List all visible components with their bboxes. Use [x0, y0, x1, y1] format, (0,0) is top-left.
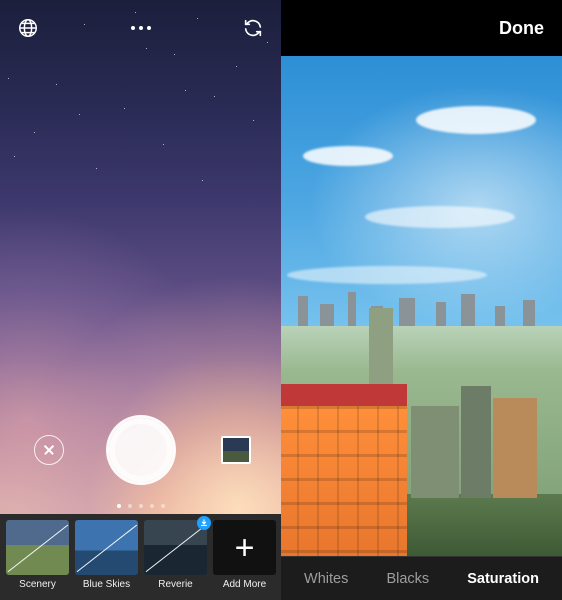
filter-thumbnail	[144, 520, 207, 575]
download-badge-icon	[197, 516, 211, 530]
gallery-thumbnail[interactable]	[221, 436, 251, 464]
building-roof	[281, 384, 407, 406]
filter-add-more[interactable]: + Add More	[213, 520, 276, 590]
filter-scenery[interactable]: Scenery	[6, 520, 69, 590]
filter-blue-skies[interactable]: Blue Skies	[75, 520, 138, 590]
building	[461, 386, 491, 498]
done-button[interactable]: Done	[499, 18, 544, 39]
building	[493, 398, 537, 498]
tab-saturation[interactable]: Saturation	[467, 571, 539, 587]
filter-label: Add More	[223, 579, 266, 590]
top-toolbar	[0, 0, 281, 56]
stars-overlay	[0, 0, 281, 600]
tab-blacks[interactable]: Blacks	[386, 571, 429, 587]
cancel-button[interactable]	[34, 435, 64, 465]
filter-label: Scenery	[19, 579, 56, 590]
camera-viewfinder	[0, 0, 281, 600]
capture-controls	[0, 410, 281, 490]
tab-whites[interactable]: Whites	[304, 571, 348, 587]
editor-screen: Done Whites Blacks	[281, 0, 562, 600]
filter-label: Reverie	[158, 579, 192, 590]
adjustment-tabs: Whites Blacks Saturation	[281, 556, 562, 600]
editor-image[interactable]	[281, 56, 562, 556]
page-indicator	[0, 504, 281, 508]
camera-screen: Scenery Blue Skies Reverie + Add More	[0, 0, 281, 600]
filter-thumbnail	[75, 520, 138, 575]
more-icon[interactable]	[131, 26, 151, 30]
filter-reverie[interactable]: Reverie	[144, 520, 207, 590]
treeline	[401, 494, 562, 556]
filter-strip[interactable]: Scenery Blue Skies Reverie + Add More	[0, 514, 281, 600]
plus-icon: +	[235, 531, 255, 565]
shutter-button[interactable]	[109, 418, 173, 482]
globe-icon[interactable]	[16, 16, 40, 40]
skyline	[281, 290, 562, 326]
filter-label: Blue Skies	[83, 579, 130, 590]
filter-thumbnail: +	[213, 520, 276, 575]
building	[369, 308, 393, 386]
building-orange	[281, 406, 407, 556]
switch-camera-icon[interactable]	[241, 16, 265, 40]
ground-region	[281, 326, 562, 556]
building	[411, 406, 459, 498]
filter-thumbnail	[6, 520, 69, 575]
editor-topbar: Done	[281, 0, 562, 56]
